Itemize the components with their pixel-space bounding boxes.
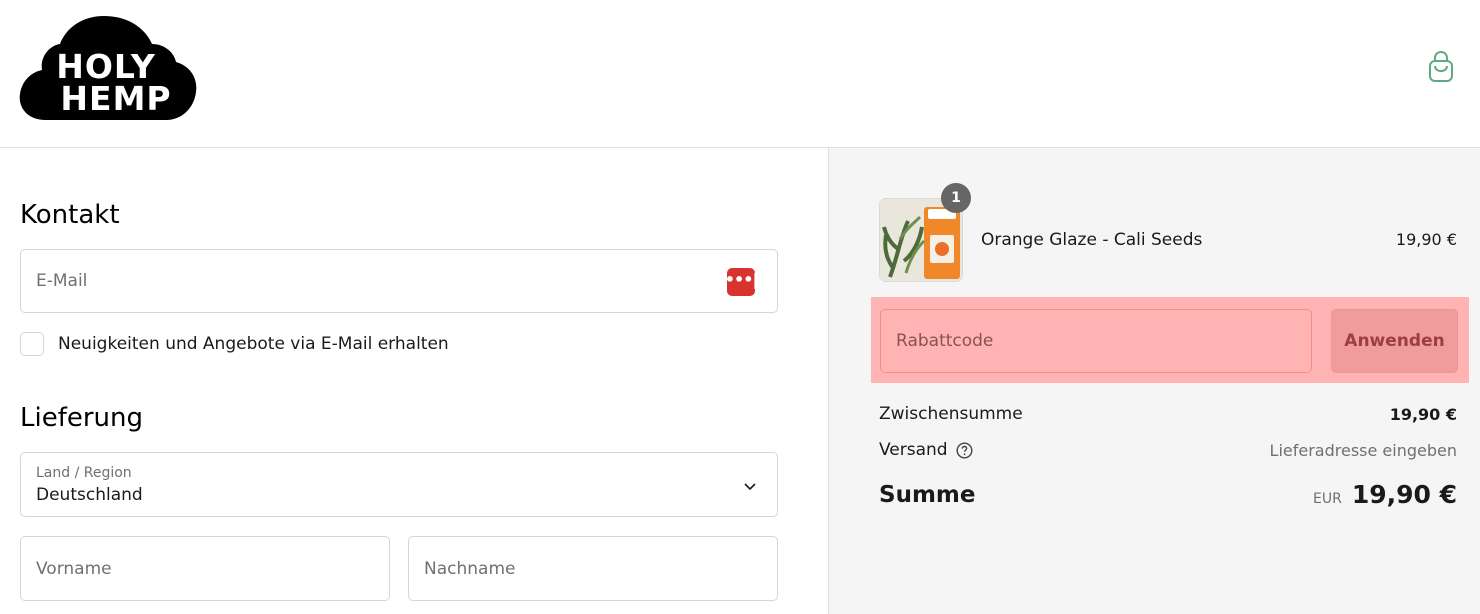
email-input[interactable]	[21, 250, 777, 312]
newsletter-label: Neuigkeiten und Angebote via E-Mail erha…	[58, 334, 449, 354]
shopping-bag-icon	[1429, 50, 1453, 82]
order-summary: 1 Orange Glaze - Cali Seeds 19,90 € Anwe…	[828, 148, 1480, 614]
lastname-field[interactable]	[408, 536, 778, 601]
lastname-input[interactable]	[409, 537, 777, 600]
discount-code-field[interactable]	[880, 309, 1312, 373]
product-price: 19,90 €	[1395, 230, 1457, 249]
total-currency: EUR	[1312, 491, 1342, 507]
shipping-value: Lieferadresse eingeben	[1269, 440, 1457, 460]
discount-code-input[interactable]	[881, 310, 1311, 372]
chevron-down-icon	[744, 483, 756, 491]
quantity-badge: 1	[941, 183, 971, 213]
country-select-label: Land / Region	[36, 465, 132, 481]
password-manager-icon[interactable]: •••|	[725, 268, 758, 296]
total-label: Summe	[879, 481, 976, 508]
country-select[interactable]: Land / Region Deutschland	[20, 452, 778, 517]
help-icon[interactable]	[956, 441, 973, 459]
delivery-title: Lieferung	[20, 403, 144, 433]
shipping-row: Versand Lieferadresse eingeben	[879, 440, 1457, 460]
logo-text-line2: HEMP	[60, 79, 171, 118]
newsletter-row: Neuigkeiten und Angebote via E-Mail erha…	[20, 332, 449, 356]
product-name: Orange Glaze - Cali Seeds	[981, 230, 1203, 250]
shipping-label: Versand	[879, 440, 948, 460]
firstname-field[interactable]	[20, 536, 390, 601]
header: HOLY HEMP	[0, 0, 1480, 148]
email-field[interactable]: •••|	[20, 249, 778, 313]
logo-cloud-icon: HOLY HEMP	[19, 16, 197, 120]
firstname-input[interactable]	[21, 537, 389, 600]
contact-title: Kontakt	[20, 200, 120, 230]
total-row: Summe EUR 19,90 €	[879, 480, 1457, 509]
discount-section: Anwenden	[871, 297, 1469, 383]
total-value: 19,90 €	[1351, 480, 1457, 509]
apply-discount-button[interactable]: Anwenden	[1331, 309, 1458, 373]
holy-hemp-logo[interactable]: HOLY HEMP	[18, 14, 198, 122]
newsletter-checkbox[interactable]	[20, 332, 44, 356]
cart-button[interactable]	[1426, 50, 1456, 84]
subtotal-label: Zwischensumme	[879, 404, 1023, 424]
subtotal-row: Zwischensumme 19,90 €	[879, 404, 1457, 424]
subtotal-value: 19,90 €	[1389, 404, 1457, 424]
country-select-value: Deutschland	[36, 485, 143, 505]
checkout-form: Kontakt •••| Neuigkeiten und Angebote vi…	[0, 148, 828, 614]
